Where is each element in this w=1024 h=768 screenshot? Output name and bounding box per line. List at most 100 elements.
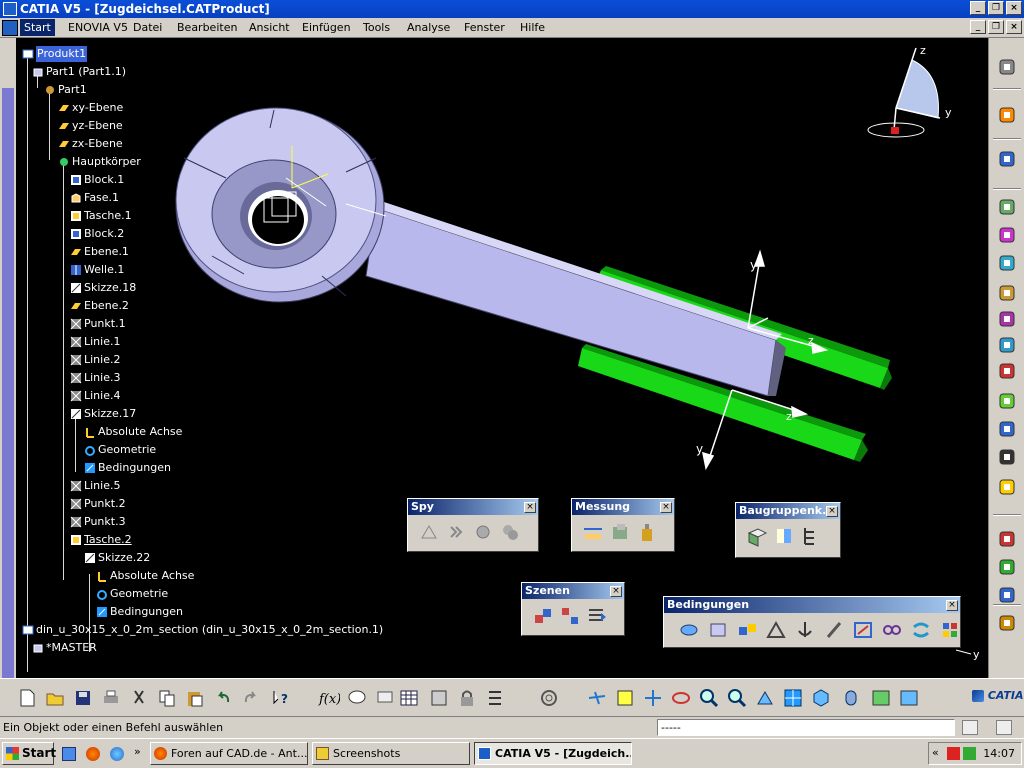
tree-node[interactable]: Linie.5 [70,478,120,494]
knowledge-icon[interactable] [374,687,396,709]
catia-app-icon[interactable] [3,2,17,16]
zoom-in-icon[interactable] [698,687,720,709]
gears-icon[interactable] [995,56,1019,78]
measure-item-icon[interactable] [609,521,631,543]
task-screenshots[interactable]: Screenshots [312,742,470,765]
spiral-icon[interactable] [538,687,560,709]
tree-node[interactable]: Linie.3 [70,370,120,386]
scene-explode-icon[interactable] [559,605,581,627]
palette-spy-title[interactable]: Spy [408,499,538,515]
menu-enovia[interactable]: ENOVIA V5 [68,21,128,34]
start-button[interactable]: Start [2,742,56,765]
clash-icon[interactable] [995,528,1019,550]
tree-node[interactable]: Linie.2 [70,352,120,368]
tree-node[interactable]: zx-Ebene [58,136,123,152]
tree-node[interactable]: Linie.4 [70,388,120,404]
tree-node[interactable]: Absolute Achse [84,424,182,440]
menu-analyse[interactable]: Analyse [407,21,450,34]
distance-icon[interactable] [995,584,1019,606]
quicklaunch-more-icon[interactable]: » [134,745,141,758]
select-arrow-icon[interactable] [995,104,1019,126]
menu-bearbeiten[interactable]: Bearbeiten [177,21,237,34]
paste-icon[interactable] [184,687,206,709]
tree-node[interactable]: Geometrie [96,586,168,602]
clock[interactable]: 14:07 [983,747,1015,760]
tree-node[interactable]: Linie.1 [70,334,120,350]
tree-node[interactable]: Punkt.2 [70,496,126,512]
angle-constraint-icon[interactable] [765,619,787,641]
fix-component-icon[interactable] [794,619,816,641]
tree-node[interactable]: Tasche.2 [70,532,132,548]
palette-baugruppen-title[interactable]: Baugruppenk... [736,503,840,519]
menu-ansicht[interactable]: Ansicht [249,21,290,34]
tree-node[interactable]: Part1 [44,82,87,98]
compass[interactable] [867,47,941,138]
manipulate-icon[interactable] [995,418,1019,440]
scene-list-icon[interactable] [586,605,608,627]
tree-node[interactable]: Fase.1 [70,190,119,206]
pan-icon[interactable] [642,687,664,709]
spy-gear-icon[interactable] [472,521,494,543]
reorder-icon[interactable] [995,308,1019,330]
tree-node[interactable]: din_u_30x15_x_0_2m_section (din_u_30x15_… [22,622,383,638]
open-file-icon[interactable] [44,687,66,709]
title-bar[interactable]: CATIA V5 - [Zugdeichsel.CATProduct] _ ❐ … [0,0,1024,18]
shading-icon[interactable] [840,687,862,709]
measure-inertia-icon[interactable] [636,521,658,543]
scene-create-icon[interactable] [532,605,554,627]
tree-node[interactable]: Skizze.22 [84,550,150,566]
palette-bedingungen[interactable]: Bedingungen × [663,596,961,648]
replace-icon[interactable] [995,282,1019,304]
palette-baugruppen[interactable]: Baugruppenk... × [735,502,841,558]
palette-messung-title[interactable]: Messung [572,499,674,515]
measure-between-icon[interactable] [582,521,604,543]
hide-show-icon[interactable] [870,687,892,709]
print-icon[interactable] [100,687,122,709]
fit-all-icon[interactable] [614,687,636,709]
minimize-button[interactable]: _ [970,1,986,15]
palette-szenen-close-button[interactable]: × [610,586,622,597]
contact-constraint-icon[interactable] [707,619,729,641]
swap-visible-icon[interactable] [898,687,920,709]
menu-start[interactable]: Start [20,19,55,36]
firefox-quicklaunch-icon[interactable] [86,747,100,761]
zoom-out-icon[interactable] [726,687,748,709]
tray-app-icon-1[interactable] [947,747,960,760]
snap-icon[interactable] [995,446,1019,468]
quick-constraint-icon[interactable] [852,619,874,641]
undo-icon[interactable] [212,687,234,709]
command-input[interactable] [657,719,955,736]
multi-instantiation-icon[interactable] [995,334,1019,356]
menu-hilfe[interactable]: Hilfe [520,21,545,34]
tree-node[interactable]: Ebene.1 [70,244,129,260]
replace-component-icon[interactable] [773,525,795,547]
tree-node[interactable]: Block.1 [70,172,124,188]
formula-icon[interactable]: f(x) [318,687,340,709]
tree-node[interactable]: Bedingungen [96,604,183,620]
sectioning-icon[interactable] [995,556,1019,578]
tree-node[interactable]: Tasche.1 [70,208,132,224]
comments-icon[interactable] [346,687,368,709]
task-firefox[interactable]: Foren auf CAD.de - Ant... [150,742,308,765]
palette-szenen[interactable]: Szenen × [521,582,625,636]
tree-node[interactable]: Welle.1 [70,262,124,278]
fix-together-icon[interactable] [823,619,845,641]
close-button[interactable]: × [1006,1,1022,15]
palette-bedingungen-close-button[interactable]: × [946,600,958,611]
tree-node[interactable]: Absolute Achse [96,568,194,584]
tree-node[interactable]: Punkt.3 [70,514,126,530]
redo-icon[interactable] [240,687,262,709]
change-constraint-icon[interactable] [910,619,932,641]
text-annotation-icon[interactable] [995,390,1019,412]
menu-datei[interactable]: Datei [133,21,162,34]
fast-multi-instance-icon[interactable] [995,360,1019,382]
task-catia[interactable]: CATIA V5 - [Zugdeich... [474,742,632,765]
palette-messung[interactable]: Messung × [571,498,675,552]
tray-expand-icon[interactable]: « [932,746,939,759]
tree-scrollbar[interactable] [2,88,14,698]
new-component-icon[interactable] [746,525,768,547]
spy-gears-icon[interactable] [499,521,521,543]
show-desktop-icon[interactable] [62,747,76,761]
tree-node[interactable]: Ebene.2 [70,298,129,314]
doc-restore-button[interactable]: ❐ [988,20,1004,34]
